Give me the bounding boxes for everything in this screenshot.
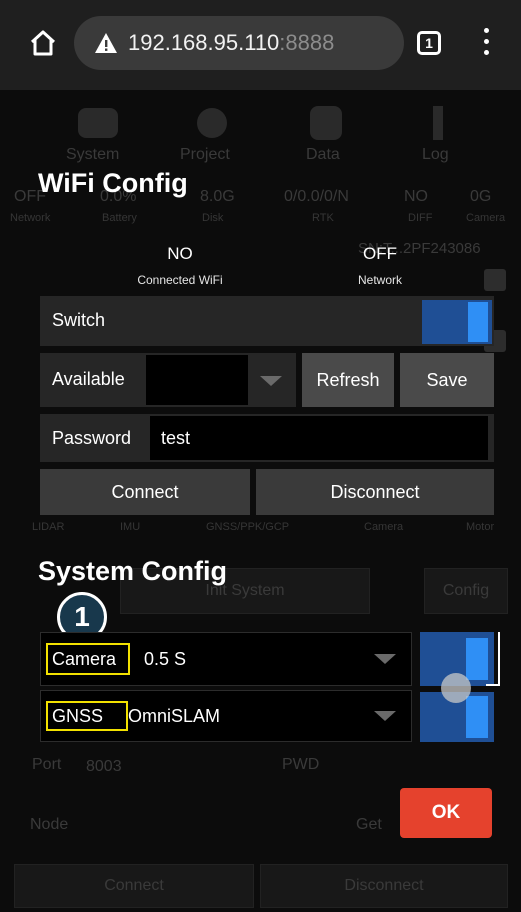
network-status-value: OFF (363, 244, 397, 263)
selection-bracket (486, 632, 500, 686)
network-status-label: Network (357, 273, 402, 287)
more-menu-icon[interactable] (482, 28, 490, 60)
bg-tab-motor: Motor (466, 521, 495, 533)
bg-tab-imu: IMU (120, 521, 141, 533)
bg-status-camera: 0G (470, 188, 492, 205)
warning-icon[interactable] (94, 32, 118, 54)
url-port: :8888 (279, 30, 335, 55)
bg-tab-gnss: GNSS/PPK/GCP (206, 521, 290, 533)
bg-connect-button: Connect (14, 864, 254, 908)
touch-indicator (441, 673, 471, 703)
wifi-switch-knob (468, 302, 488, 342)
password-input[interactable] (150, 416, 488, 460)
password-label: Password (52, 428, 132, 448)
bg-node-label: Node (30, 816, 69, 833)
camera-dropdown-caret-icon[interactable] (374, 654, 396, 664)
database-icon (310, 106, 342, 140)
bg-status-rtk: 0/0.0/0/N (284, 188, 349, 205)
camera-toggle-knob (466, 638, 488, 680)
bg-disconnect-button: Disconnect (260, 864, 508, 908)
dropdown-caret-icon[interactable] (260, 376, 282, 386)
save-button[interactable]: Save (400, 353, 494, 407)
bg-get-button: Get (356, 816, 382, 833)
browser-toolbar: 192.168.95.110:8888 1 (0, 0, 521, 90)
bg-label-diff: DIFF (408, 212, 433, 224)
system-config-title: System Config (38, 556, 228, 586)
bg-label-battery: Battery (102, 212, 137, 224)
gear-icon (78, 108, 118, 138)
gnss-dropdown-caret-icon[interactable] (374, 711, 396, 721)
connected-wifi-value: NO (167, 244, 193, 263)
password-value: test (161, 428, 191, 448)
nav-tab-data: Data (306, 146, 340, 163)
bg-config-button: Config (424, 568, 508, 614)
project-icon (197, 108, 227, 138)
info-icon (433, 106, 443, 140)
connected-wifi-label: Connected WiFi (137, 273, 223, 287)
wifi-config-title: WiFi Config (38, 168, 188, 198)
address-bar[interactable]: 192.168.95.110:8888 (74, 16, 404, 70)
bg-tab-camera: Camera (364, 521, 404, 533)
url-host: 192.168.95.110 (128, 30, 280, 55)
camera-label: Camera (52, 649, 117, 669)
refresh-button[interactable]: Refresh (302, 353, 394, 407)
nav-tab-log: Log (422, 146, 449, 163)
ok-button[interactable]: OK (400, 788, 492, 838)
tab-switcher-icon[interactable]: 1 (417, 31, 441, 55)
bg-status-diff: NO (404, 188, 428, 205)
bg-tab-lidar: LIDAR (32, 521, 65, 533)
bg-status-disk: 8.0G (200, 188, 235, 205)
gnss-mode-value[interactable]: OmniSLAM (128, 706, 220, 727)
available-select[interactable] (146, 355, 248, 405)
switch-label: Switch (52, 310, 106, 330)
bg-pwd-label: PWD (282, 756, 320, 773)
bg-port-label: Port (32, 756, 62, 773)
available-label: Available (52, 369, 125, 389)
bg-label-disk: Disk (202, 212, 224, 224)
bg-label-network: Network (10, 212, 51, 224)
bg-label-camera: Camera (466, 212, 506, 224)
bg-checkbox (484, 269, 506, 291)
camera-interval-value[interactable]: 0.5 S (144, 649, 186, 670)
bg-port-value: 8003 (86, 758, 122, 775)
nav-tab-project: Project (180, 146, 230, 163)
bg-label-rtk: RTK (312, 212, 334, 224)
home-icon[interactable] (28, 28, 58, 58)
wifi-connect-button[interactable]: Connect (40, 469, 250, 515)
nav-tab-system: System (66, 146, 120, 163)
gnss-toggle-knob (466, 696, 488, 738)
gnss-label: GNSS (52, 706, 104, 726)
wifi-disconnect-button[interactable]: Disconnect (256, 469, 494, 515)
